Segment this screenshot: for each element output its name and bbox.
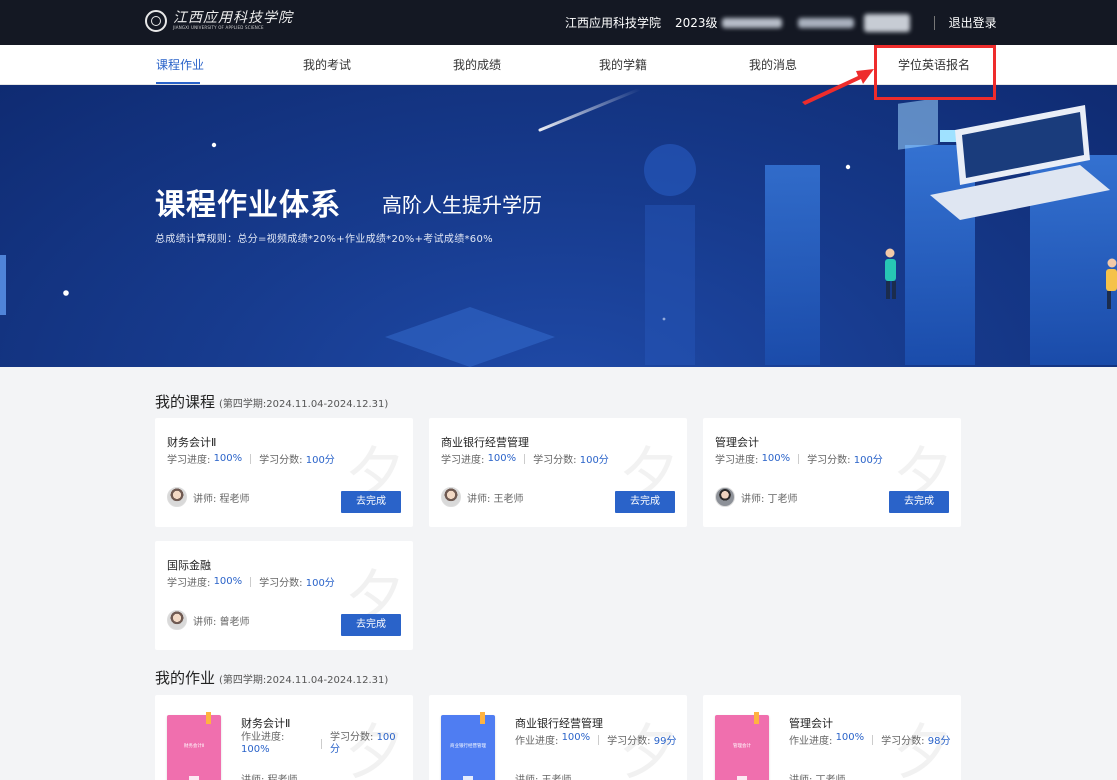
- homework-stats: 作业进度: 100% 学习分数: 99分: [515, 732, 677, 747]
- homework-score: 99分: [653, 736, 677, 747]
- homework-stats: 作业进度: 100% 学习分数: 100分: [241, 732, 396, 755]
- hero-banner: 课程作业体系 高阶人生提升学历 总成绩计算规则：总分=视频成绩*20%+作业成绩…: [0, 85, 1117, 367]
- teacher-info: 讲师: 王老师: [441, 487, 524, 507]
- school-logo[interactable]: 江西应用科技学院 JIANGXI UNIVERSITY OF APPLIED S…: [145, 10, 293, 32]
- course-score: 100分: [579, 455, 609, 466]
- teacher-avatar: [715, 487, 735, 507]
- teacher-name: 讲师: 程老师: [193, 493, 250, 505]
- grade-label: 2023级: [675, 16, 718, 30]
- homework-name: 财务会计Ⅱ: [241, 717, 291, 730]
- course-stats: 学习进度: 100% 学习分数: 100分: [167, 453, 335, 466]
- course-name: 商业银行经营管理: [441, 436, 529, 449]
- book-cover-icon: 管理会计: [715, 712, 769, 780]
- homework-score: 98分: [927, 736, 951, 747]
- logo-subtitle: JIANGXI UNIVERSITY OF APPLIED SCIENCE: [173, 25, 264, 30]
- redacted-info: [721, 17, 782, 28]
- nav-course-homework[interactable]: 课程作业: [156, 45, 204, 85]
- course-card[interactable]: 夕 管理会计 学习进度: 100% 学习分数: 100分 讲师: 丁老师 去完成: [703, 418, 961, 527]
- teacher-avatar: [167, 610, 187, 630]
- homework-section-title: 我的作业 (第四学期:2024.11.04-2024.12.31): [155, 667, 388, 688]
- homework-stats: 作业进度: 100% 学习分数: 98分: [789, 732, 951, 747]
- go-complete-button[interactable]: 去完成: [341, 614, 401, 636]
- course-stats: 学习进度: 100% 学习分数: 100分: [715, 453, 883, 466]
- teacher-info: 讲师: 丁老师: [715, 487, 798, 507]
- nav-my-messages[interactable]: 我的消息: [749, 45, 797, 85]
- banner-subtitle: 高阶人生提升学历: [382, 193, 542, 217]
- course-card[interactable]: 夕 国际金融 学习进度: 100% 学习分数: 100分 讲师: 曾老师 去完成: [155, 541, 413, 650]
- homework-progress: 100%: [835, 732, 865, 743]
- teacher-name: 讲师: 程老师: [241, 771, 298, 780]
- course-progress: 100%: [213, 576, 243, 587]
- school-seal-icon: [145, 10, 167, 32]
- school-name: 江西应用科技学院: [565, 16, 662, 30]
- homework-card[interactable]: 夕 财务会计Ⅱ 财务会计Ⅱ 作业进度:100% 学习分数: 100分 讲师: 程…: [155, 695, 413, 780]
- redacted-info: [797, 17, 854, 28]
- teacher-name: 讲师: 丁老师: [789, 771, 846, 780]
- book-cover-icon: 财务会计Ⅱ: [167, 712, 221, 780]
- course-name: 财务会计Ⅱ: [167, 436, 217, 449]
- svg-text:夕: 夕: [893, 718, 953, 780]
- go-complete-button[interactable]: 去完成: [341, 491, 401, 513]
- homework-card[interactable]: 夕 管理会计 管理会计 作业进度: 100% 学习分数: 98分 讲师: 丁老师: [703, 695, 961, 780]
- course-stats: 学习进度: 100% 学习分数: 100分: [441, 453, 609, 466]
- highlight-annotation: [874, 45, 996, 100]
- course-card[interactable]: 夕 财务会计Ⅱ 学习进度: 100% 学习分数: 100分 讲师: 程老师 去完…: [155, 418, 413, 527]
- go-complete-button[interactable]: 去完成: [889, 491, 949, 513]
- teacher-avatar: [441, 487, 461, 507]
- banner-title: 课程作业体系: [155, 188, 341, 223]
- homework-progress: 100%: [561, 732, 591, 743]
- banner-illustration: [0, 87, 1117, 367]
- active-tab-indicator: [156, 82, 200, 84]
- book-cover-icon: 商业银行经营管理: [441, 712, 495, 780]
- logo-text: 江西应用科技学院: [173, 10, 293, 26]
- nav-my-status[interactable]: 我的学籍: [599, 45, 647, 85]
- homework-name: 商业银行经营管理: [515, 717, 603, 730]
- courses-title: 我的课程: [155, 393, 216, 411]
- svg-text:夕: 夕: [619, 718, 679, 780]
- logout-link[interactable]: 退出登录: [949, 14, 997, 31]
- teacher-info: 讲师: 程老师: [167, 487, 250, 507]
- course-stats: 学习进度: 100% 学习分数: 100分: [167, 576, 335, 589]
- score-rule-text: 总成绩计算规则：总分=视频成绩*20%+作业成绩*20%+考试成绩*60%: [155, 234, 493, 245]
- course-name: 国际金融: [167, 559, 211, 572]
- courses-term: (第四学期:2024.11.04-2024.12.31): [219, 399, 389, 410]
- homework-title: 我的作业: [155, 669, 216, 687]
- teacher-name: 讲师: 王老师: [515, 771, 572, 780]
- redacted-avatar: [863, 13, 910, 32]
- teacher-name: 讲师: 曾老师: [193, 616, 250, 628]
- divider: [933, 15, 935, 30]
- go-complete-button[interactable]: 去完成: [615, 491, 675, 513]
- course-progress: 100%: [761, 453, 791, 464]
- homework-card[interactable]: 夕 商业银行经营管理 商业银行经营管理 作业进度: 100% 学习分数: 99分…: [429, 695, 687, 780]
- courses-section-title: 我的课程 (第四学期:2024.11.04-2024.12.31): [155, 391, 388, 412]
- course-progress: 100%: [213, 453, 243, 464]
- homework-name: 管理会计: [789, 717, 833, 730]
- top-bar: 江西应用科技学院 JIANGXI UNIVERSITY OF APPLIED S…: [0, 0, 1117, 45]
- course-score: 100分: [305, 455, 335, 466]
- course-name: 管理会计: [715, 436, 759, 449]
- homework-term: (第四学期:2024.11.04-2024.12.31): [219, 675, 389, 686]
- course-card[interactable]: 夕 商业银行经营管理 学习进度: 100% 学习分数: 100分 讲师: 王老师…: [429, 418, 687, 527]
- arrow-annotation-icon: [802, 69, 874, 105]
- nav-my-exams[interactable]: 我的考试: [303, 45, 351, 85]
- course-progress: 100%: [487, 453, 517, 464]
- course-score: 100分: [305, 578, 335, 589]
- teacher-avatar: [167, 487, 187, 507]
- user-info: 江西应用科技学院 2023级 退出登录: [565, 0, 997, 45]
- homework-progress: 100%: [241, 744, 270, 755]
- teacher-name: 讲师: 王老师: [467, 493, 524, 505]
- nav-my-grades[interactable]: 我的成绩: [453, 45, 501, 85]
- teacher-name: 讲师: 丁老师: [741, 493, 798, 505]
- course-score: 100分: [853, 455, 883, 466]
- teacher-info: 讲师: 曾老师: [167, 610, 250, 630]
